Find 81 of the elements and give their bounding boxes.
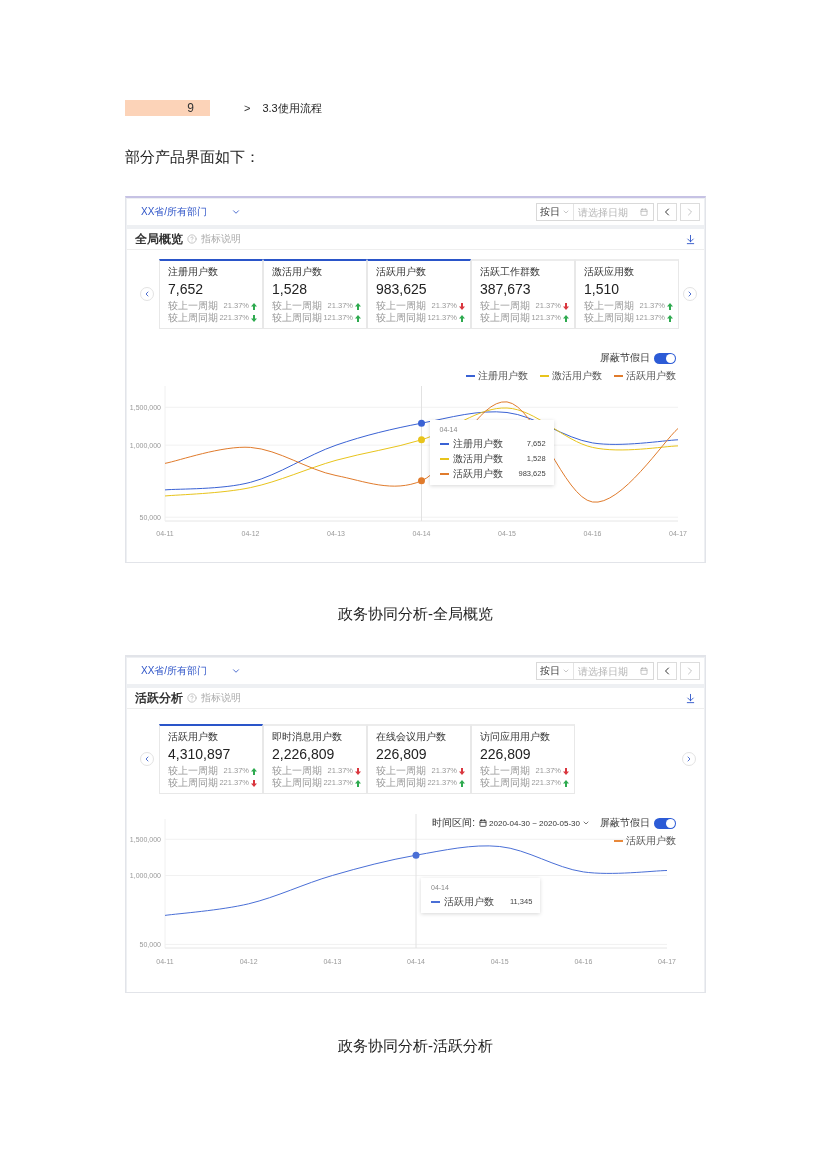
chevron-right-icon [685, 755, 693, 763]
chevron-right-icon [686, 290, 694, 298]
download-icon[interactable] [685, 233, 696, 245]
figure-caption: 政务协同分析-活跃分析 [337, 1037, 494, 1055]
toggle-switch[interactable] [654, 352, 676, 364]
toggle-label: 屏蔽节假日 [600, 816, 650, 830]
metric-value: 7,652 [168, 281, 205, 298]
scope-dropdown[interactable]: XX省/所有部门 [141, 664, 241, 678]
legend-label: 注册用户数 [478, 369, 528, 383]
date-field[interactable]: 请选择日期 [574, 204, 653, 220]
previous-button[interactable] [657, 662, 677, 680]
scope-dropdown[interactable]: XX省/所有部门 [141, 205, 241, 219]
calendar-icon [640, 208, 648, 216]
metric-label: 访问应用用户数 [480, 731, 551, 743]
metric-label: 活跃用户数 [376, 266, 427, 278]
tooltip-label: 活跃用户数 [452, 467, 503, 481]
toggle-label: 屏蔽节假日 [600, 351, 650, 365]
carousel-next-button[interactable] [683, 287, 697, 301]
legend-label: 活跃用户数 [626, 834, 676, 848]
metric-label: 在线会议用户数 [376, 731, 447, 743]
intro-text: 部分产品界面如下： [125, 148, 260, 166]
metric-value: 387,673 [480, 281, 532, 298]
comparison-label: 较上周同期 [376, 312, 426, 324]
legend-label: 激活用户数 [552, 369, 602, 383]
comparison-label: 较上周同期 [480, 777, 530, 789]
calendar-icon [640, 667, 648, 675]
previous-button[interactable] [657, 203, 677, 221]
chevron-left-icon [143, 755, 151, 763]
comparison-label: 较上周同期 [272, 312, 322, 324]
metric-label: 注册用户数 [168, 266, 219, 278]
section-heading: 3.3使用流程 [262, 100, 322, 116]
chevron-down-icon [562, 208, 570, 216]
carousel-prev-button[interactable] [140, 752, 154, 766]
metric-value: 4,310,897 [168, 746, 232, 763]
metric-label: 活跃应用数 [584, 266, 635, 278]
date-field[interactable]: 请选择日期 [574, 663, 653, 679]
toggle-switch[interactable] [654, 817, 676, 829]
legend-label: 活跃用户数 [626, 369, 676, 383]
range-label: 时间区间: [432, 816, 476, 830]
period-select[interactable]: 按日 [537, 663, 574, 679]
metric-label: 活跃用户数 [168, 731, 219, 743]
download-icon[interactable] [685, 692, 696, 704]
period-select[interactable]: 按日 [537, 204, 574, 220]
tooltip-label: 活跃用户数 [444, 895, 494, 909]
panel-title: 活跃分析 [135, 689, 183, 707]
tooltip-label: 激活用户数 [452, 452, 503, 466]
carousel-prev-button[interactable] [140, 287, 154, 301]
comparison-label: 较上周同期 [272, 777, 322, 789]
breadcrumb-separator: > [244, 102, 251, 114]
chevron-down-icon [582, 819, 590, 827]
page-number: 9 [125, 100, 210, 116]
comparison-label: 较上周同期 [480, 312, 530, 324]
metric-label: 激活用户数 [272, 266, 323, 278]
chevron-down-icon [231, 207, 241, 217]
data-point-marker [418, 436, 425, 444]
tooltip-label: 注册用户数 [452, 437, 503, 451]
comparison-label: 较上周同期 [584, 312, 634, 324]
chevron-left-icon [143, 290, 151, 298]
metric-value: 1,510 [584, 281, 621, 298]
help-icon[interactable] [187, 234, 197, 244]
metric-value: 1,528 [272, 281, 309, 298]
figure-caption: 政务协同分析-全局概览 [337, 605, 494, 623]
data-point-marker [412, 851, 420, 859]
date-range-select[interactable]: 2020-04-30 ~ 2020-05-30 [479, 818, 590, 828]
metric-value: 226,809 [376, 746, 428, 763]
panel-title: 全局概览 [135, 230, 183, 248]
carousel-next-button[interactable] [682, 752, 696, 766]
metric-value: 2,226,809 [272, 746, 336, 763]
comparison-label: 较上周同期 [168, 312, 218, 324]
metric-label: 活跃工作群数 [480, 266, 541, 278]
chevron-down-icon [231, 666, 241, 676]
metric-value: 226,809 [480, 746, 532, 763]
calendar-icon [479, 819, 488, 827]
metric-label: 即时消息用户数 [272, 731, 343, 743]
help-icon[interactable] [187, 693, 197, 703]
metric-value: 983,625 [376, 281, 428, 298]
data-point-marker [418, 419, 425, 427]
chevron-down-icon [562, 667, 570, 675]
comparison-label: 较上周同期 [376, 777, 426, 789]
data-point-marker [418, 477, 425, 485]
comparison-label: 较上周同期 [168, 777, 218, 789]
